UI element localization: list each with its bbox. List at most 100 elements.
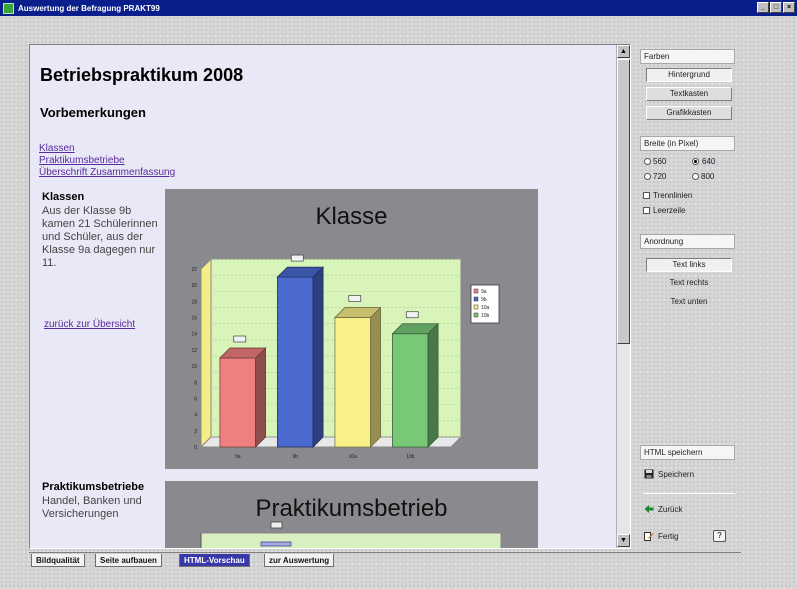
title-bar: Auswertung der Befragung PRAKT99 _ □ × — [0, 0, 797, 16]
bar-side — [312, 266, 324, 448]
item-text-klassen: Aus der Klasse 9b kamen 21 Schülerinnen … — [42, 205, 158, 269]
y-tick-label: 22 — [191, 267, 197, 273]
y-tick-label: 4 — [194, 413, 197, 419]
tab-bar: Bildqualität Seite aufbauen HTML-Vorscha… — [29, 552, 741, 568]
radio-label: 640 — [701, 157, 717, 166]
legend-label: 9a — [481, 289, 487, 295]
legend-swatch — [473, 304, 479, 310]
app-icon — [3, 2, 14, 14]
layout-text-right-button[interactable]: Text rechts — [646, 278, 732, 287]
color-background-button[interactable]: Hintergrund — [646, 68, 732, 82]
data-label-box — [233, 335, 247, 343]
bar-top — [260, 541, 292, 547]
scroll-up-button[interactable]: ▲ — [617, 45, 630, 58]
layout-text-below-button[interactable]: Text unten — [646, 297, 732, 306]
back-button-label: Zurück — [658, 504, 683, 514]
y-tick-label: 16 — [191, 316, 197, 322]
y-tick-label: 20 — [191, 283, 197, 289]
tab-zur-auswertung[interactable]: zur Auswertung — [264, 554, 335, 567]
minimize-button[interactable]: _ — [757, 2, 769, 13]
checkbox-label: Leerzeile — [653, 206, 686, 215]
legend-label: 10a — [481, 305, 490, 311]
radio-dot — [644, 158, 651, 165]
save-button[interactable]: Speichern — [644, 469, 694, 479]
group-label-breite: Breite (in Pixel) — [640, 136, 735, 151]
radio-dot — [692, 158, 699, 165]
color-graphicbox-button[interactable]: Grafikkasten — [646, 106, 732, 120]
preview-content: Betriebspraktikum 2008 Vorbemerkungen Kl… — [30, 45, 616, 548]
tab-html-vorschau[interactable]: HTML-Vorschau — [179, 554, 250, 567]
bar-front — [219, 357, 256, 448]
checkbox-leerzeile[interactable]: Leerzeile — [643, 206, 685, 215]
tab-bildqualitaet[interactable]: Bildqualität — [31, 554, 85, 567]
window-controls: _ □ × — [757, 2, 795, 13]
item-heading-praktikumsbetriebe: Praktikumsbetriebe — [42, 481, 145, 493]
y-tick-label: 6 — [194, 396, 197, 402]
width-radio-800[interactable]: 800 — [692, 172, 714, 181]
plot-area — [200, 532, 502, 548]
group-label-farben: Farben — [640, 49, 735, 64]
radio-label: 800 — [701, 172, 715, 181]
y-tick-label: 14 — [191, 332, 197, 338]
done-button-label: Fertig — [658, 531, 679, 541]
radio-dot — [692, 173, 699, 180]
checkbox-box — [643, 192, 650, 199]
y-tick-label: 0 — [194, 445, 197, 451]
chart-praktikumsbetrieb: Praktikumsbetrieb — [165, 481, 538, 548]
done-button[interactable]: Fertig — [644, 531, 678, 541]
y-tick-label: 12 — [191, 348, 197, 354]
bar-side — [255, 347, 266, 448]
group-label-html-speichern: HTML speichern — [640, 445, 735, 460]
floppy-disk-icon — [644, 469, 654, 479]
section-heading: Vorbemerkungen — [40, 105, 146, 120]
maximize-button[interactable]: □ — [770, 2, 782, 13]
group-label-anordnung: Anordnung — [640, 234, 735, 249]
window-title: Auswertung der Befragung PRAKT99 — [18, 3, 160, 13]
bar-front — [334, 317, 371, 448]
width-radio-720[interactable]: 720 — [644, 172, 666, 181]
legend-swatch — [473, 296, 479, 302]
checkbox-label: Trennlinien — [653, 191, 693, 200]
legend-swatch — [473, 288, 479, 294]
toc-link-zusammenfassung[interactable]: Überschrift Zusammenfassung — [39, 167, 175, 178]
data-label-box — [348, 295, 362, 302]
chart-praktikumsbetrieb-plot — [200, 521, 502, 548]
x-tick-label: 10b — [406, 454, 415, 460]
bar-side — [370, 306, 381, 448]
back-to-overview-link[interactable]: zurück zur Übersicht — [44, 319, 135, 330]
width-radio-640[interactable]: 640 — [692, 157, 717, 166]
save-button-label: Speichern — [658, 469, 695, 479]
toc-link-praktikumsbetriebe[interactable]: Praktikumsbetriebe — [39, 155, 125, 166]
legend-label: 9b — [481, 297, 487, 303]
scroll-thumb[interactable] — [617, 59, 630, 344]
scroll-down-button[interactable]: ▼ — [617, 534, 630, 547]
edit-document-icon — [644, 532, 654, 541]
chart-klasse-plot: 0 2 4 6 8 10 12 14 16 18 20 22 9a 9b 10a 10b 9a 9b 10a 10b — [191, 254, 500, 460]
divider — [643, 493, 735, 494]
plot-side-wall — [200, 257, 212, 449]
item-text-praktikumsbetriebe: Handel, Banken und Versicherungen — [42, 495, 142, 520]
y-tick-label: 10 — [191, 364, 197, 370]
vertical-scrollbar[interactable]: ▲ ▼ — [616, 45, 630, 548]
data-label-box — [405, 311, 419, 319]
bar-front — [392, 333, 429, 448]
html-preview-pane: Betriebspraktikum 2008 Vorbemerkungen Kl… — [29, 44, 631, 549]
bar-side — [427, 322, 439, 448]
close-button[interactable]: × — [783, 2, 795, 13]
y-tick-label: 8 — [194, 380, 197, 386]
help-button[interactable]: ? — [713, 530, 726, 542]
page-title: Betriebspraktikum 2008 — [40, 65, 244, 85]
data-label-box — [270, 521, 283, 529]
item-heading-klassen: Klassen — [42, 191, 85, 203]
width-radio-560[interactable]: 560 — [644, 157, 666, 166]
layout-text-left-button[interactable]: Text links — [646, 258, 732, 272]
back-button[interactable]: Zurück — [644, 504, 682, 514]
color-textbox-button[interactable]: Textkasten — [646, 87, 732, 101]
toc-link-klassen[interactable]: Klassen — [39, 143, 75, 154]
checkbox-trennlinien[interactable]: Trennlinien — [643, 191, 692, 200]
x-tick-label: 10a — [349, 454, 358, 460]
checkbox-box — [643, 207, 650, 214]
radio-label: 720 — [653, 172, 667, 181]
data-label-box — [290, 254, 304, 262]
tab-seite-aufbauen[interactable]: Seite aufbauen — [95, 554, 162, 567]
